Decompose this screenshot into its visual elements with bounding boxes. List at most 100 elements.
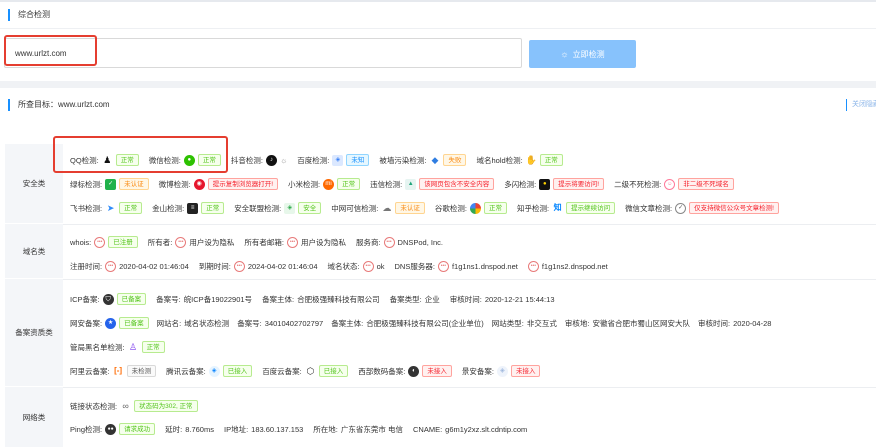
link-status-item: 链接状态检测: ∞ 状态码为302, 正常 (70, 400, 198, 412)
status-badge: 已备案 (116, 293, 147, 305)
status-badge: 正常 (197, 154, 221, 166)
baidu-cloud-icon: ⬡ (304, 365, 316, 377)
zhihu-check: 知乎检测: 知 提示继续访问 (517, 202, 616, 214)
tencent-shield-icon: ◈ (208, 365, 220, 377)
blacklist-item: 管局黑名单检测: ♙ 正常 (70, 341, 165, 353)
west-digital-icon: ◐ (408, 365, 420, 377)
info-icon: ••• (383, 236, 395, 248)
info-icon: ••• (527, 260, 539, 272)
icp-review-time-item: 审核时间: 2020-12-21 15:44:13 (449, 294, 555, 304)
wall-pollution-check: 被墙污染检测: ◆ 失败 (379, 154, 467, 166)
info-icon: ••• (105, 260, 117, 272)
icp-type-item: 备案类型: 企业 (389, 294, 440, 304)
network-row-2: Ping检测: ●● 请求成功 延时: 8.760ms IP地址: 183.60… (70, 422, 537, 436)
xiaomi-icon: mi (323, 178, 335, 190)
status-badge: 未认证 (395, 202, 425, 214)
domain-status-item: 域名状态: ••• ok (327, 260, 385, 272)
location-item: 所在地: 广东省东莞市 电信 (313, 424, 403, 434)
shield-check-icon: ✓ (105, 178, 117, 190)
icp-record-item: ICP备案: ⛉ 已备案 (70, 293, 147, 305)
status-badge: 已接入 (222, 365, 253, 377)
target-heading: 所查目标：www.urlzt.com (8, 99, 110, 111)
dns-server-2-item: ••• f1g1ns2.dnspod.net (527, 260, 608, 272)
status-badge: 请求成功 (119, 423, 156, 435)
status-badge: 提示将要访问! (553, 178, 605, 190)
register-time-item: 注册时间: ••• 2020-04-02 01:46:04 (70, 260, 189, 272)
security-row-1: QQ检测: ♟ 正常 微信检测: ● 正常 抖音检测: ♪ ☼ 百度检测: ◈ … (70, 153, 573, 167)
info-icon: ••• (286, 236, 298, 248)
check-now-button[interactable]: ☼ 立即检测 (529, 40, 636, 68)
violation-check: 违信检测: ▲ 该网页包含不安全内容 (370, 178, 495, 190)
police-badge-icon: ★ (105, 317, 117, 329)
icp-subject-item: 备案主体: 合肥极强臻科技有限公司 (262, 294, 380, 304)
shield-icon: ◈ (284, 202, 296, 214)
category-icp: 备案资质类 (5, 279, 63, 387)
baidu-shield-icon: ◈ (332, 154, 344, 166)
qq-penguin-icon: ♟ (101, 154, 113, 166)
green-mark-check: 绿标检测: ✓ 未认证 (70, 178, 149, 190)
feishu-plane-icon: ➤ (105, 202, 117, 214)
ip-item: IP地址: 183.60.137.153 (223, 424, 304, 434)
warning-triangle-icon: ▲ (405, 178, 417, 190)
status-badge: 正常 (483, 202, 507, 214)
ping-item: Ping检测: ●● 请求成功 (70, 423, 156, 435)
section-title: 综合检测 (8, 9, 50, 21)
row-divider (63, 387, 876, 388)
tencent-cloud-item: 腾讯云备案: ◈ 已接入 (166, 365, 253, 377)
chrome-icon (469, 202, 481, 214)
icp-row-1: ICP备案: ⛉ 已备案 备案号: 皖ICP备19022901号 备案主体: 合… (70, 292, 565, 306)
expire-time-item: 到期时间: ••• 2024-04-02 01:46:04 (198, 260, 318, 272)
police-review-time-item: 审核时间: 2020-04-28 (697, 318, 772, 328)
police-subject-item: 备案主体: 合肥极强臻科技有限公司(企业单位) (331, 318, 484, 328)
wechat-article-check: 微信文章检测: ✓ 仅支持微信公众号文章检测! (625, 202, 779, 214)
status-badge: 正常 (119, 202, 143, 214)
loading-icon: ☼ (279, 155, 288, 165)
wechat-icon: ● (183, 154, 195, 166)
title-divider (0, 28, 876, 29)
category-domain: 域名类 (5, 224, 63, 279)
icp-row-4: 阿里云备案: [-] 未检测 腾讯云备案: ◈ 已接入 百度云备案: ⬡ 已接入… (70, 364, 550, 378)
cloud-icon: ☁ (381, 202, 393, 214)
site-name-item: 网站名: 域名状态检测 (156, 318, 230, 328)
status-badge: 提示继续访问 (566, 202, 616, 214)
status-badge: 该网页包含不安全内容 (419, 178, 495, 190)
status-badge: 正常 (539, 154, 563, 166)
whois-item: whois: ••• 已注册 (70, 236, 138, 248)
domain-row-1: whois: ••• 已注册 所有者: ••• 用户设为隐私 所有者邮箱: ••… (70, 235, 453, 249)
status-badge: 正常 (141, 341, 165, 353)
google-check: 谷歌检测: 正常 (435, 202, 507, 214)
feishu-check: 飞书检测: ➤ 正常 (70, 202, 143, 214)
jingan-item: 景安备案: ◈ 未接入 (462, 365, 541, 377)
info-icon: ••• (362, 260, 374, 272)
status-badge: 未接入 (510, 365, 541, 377)
hide-toggle-link[interactable]: 关闭隐藏 (846, 99, 876, 111)
qq-check: QQ检测: ♟ 正常 (70, 154, 139, 166)
dns-server-item: DNS服务器: ••• f1g1ns1.dnspod.net (394, 260, 518, 272)
status-badge: 安全 (298, 202, 322, 214)
wechat-article-icon: ✓ (675, 202, 687, 214)
sun-icon: ☼ (560, 49, 569, 59)
latency-item: 延时: 8.760ms (165, 424, 214, 434)
aliyun-item: 阿里云备案: [-] 未检测 (70, 365, 157, 377)
status-badge: 正常 (115, 154, 139, 166)
info-icon: ••• (175, 236, 187, 248)
network-row-1: 链接状态检测: ∞ 状态码为302, 正常 (70, 399, 208, 413)
owner-item: 所有者: ••• 用户设为隐私 (147, 236, 235, 248)
status-badge: 非二级不死域名 (678, 178, 734, 190)
url-input[interactable] (4, 38, 522, 68)
duoshan-check: 多闪检测: ● 提示将要访问! (504, 178, 605, 190)
category-security: 安全类 (5, 144, 63, 224)
west-digital-item: 西部数码备案: ◐ 未接入 (358, 365, 452, 377)
hand-icon: ✋ (525, 154, 537, 166)
target-label: 所查目标： (18, 100, 58, 109)
status-badge: 未检测 (126, 365, 157, 377)
info-icon: ••• (437, 260, 449, 272)
status-badge: 失败 (443, 154, 467, 166)
police-number-item: 备案号: 34010402702797 (237, 318, 324, 328)
status-badge: 状态码为302, 正常 (134, 400, 198, 412)
skull-icon: ☺ (664, 178, 676, 190)
check-now-label: 立即检测 (572, 49, 605, 59)
status-badge: 已接入 (318, 365, 349, 377)
wechat-check: 微信检测: ● 正常 (149, 154, 221, 166)
baidu-cloud-item: 百度云备案: ⬡ 已接入 (262, 365, 349, 377)
